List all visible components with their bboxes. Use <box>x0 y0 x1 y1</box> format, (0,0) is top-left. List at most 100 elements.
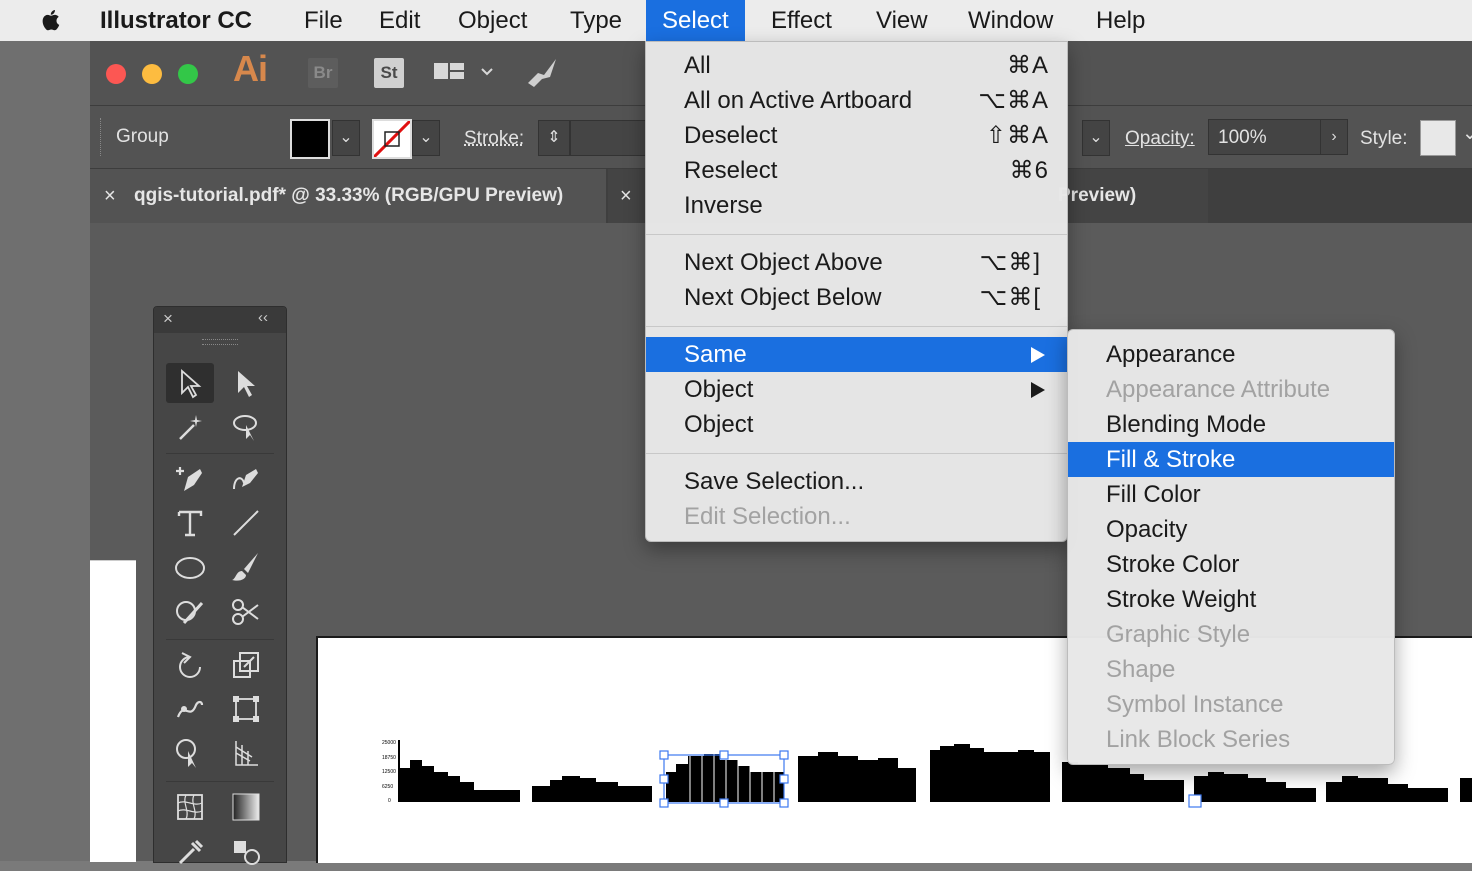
chart-axis-label: 0 <box>388 798 391 804</box>
arrange-documents-icon[interactable] <box>434 61 498 90</box>
opacity-label[interactable]: Opacity: <box>1125 128 1195 150</box>
style-dropdown-icon[interactable]: ⌄ <box>1462 122 1472 145</box>
magic-wand-tool[interactable] <box>166 407 214 447</box>
submenu-arrow-icon <box>1031 347 1045 363</box>
opacity-field[interactable]: 100% <box>1208 119 1322 155</box>
menu-item-deselect[interactable]: Deselect ⇧⌘A <box>646 118 1067 153</box>
menu-item-save-selection[interactable]: Save Selection... <box>646 464 1067 499</box>
menu-item-all[interactable]: All ⌘A <box>646 48 1067 83</box>
lasso-tool[interactable] <box>222 407 270 447</box>
stock-button[interactable]: St <box>374 58 404 88</box>
illustrator-logo: Ai <box>233 48 268 89</box>
tools-panel: × ‹‹ <box>153 306 287 865</box>
close-panel-icon[interactable]: × <box>163 309 173 329</box>
control-bar-grip[interactable] <box>100 118 105 156</box>
minimize-window-button[interactable] <box>142 64 162 84</box>
chart-axis-label: 25000 <box>382 740 396 746</box>
scale-tool[interactable] <box>222 645 270 685</box>
perspective-grid-icon <box>235 741 258 766</box>
bridge-button[interactable]: Br <box>308 58 338 88</box>
menu-item-inverse[interactable]: Inverse <box>646 188 1067 223</box>
menu-edit[interactable]: Edit <box>379 0 420 41</box>
free-transform-tool[interactable] <box>222 689 270 729</box>
scissors-tool[interactable] <box>222 591 270 631</box>
submenu-item-stroke-color[interactable]: Stroke Color <box>1068 547 1394 582</box>
menu-select[interactable]: Select <box>646 0 745 41</box>
menu-window[interactable]: Window <box>968 0 1053 41</box>
pen-tool[interactable] <box>166 459 214 499</box>
eyedropper-tool[interactable] <box>166 831 214 871</box>
menu-help[interactable]: Help <box>1096 0 1145 41</box>
menu-item-edit-selection: Edit Selection... <box>684 503 851 530</box>
tools-panel-header[interactable]: × ‹‹ <box>154 307 286 333</box>
selection-tool[interactable] <box>166 363 214 403</box>
stroke-weight-field[interactable] <box>570 120 648 156</box>
submenu-item-blending-mode[interactable]: Blending Mode <box>1068 407 1394 442</box>
menu-file[interactable]: File <box>304 0 343 41</box>
rotate-icon <box>179 652 201 678</box>
submenu-item-fill-color[interactable]: Fill Color <box>1068 477 1394 512</box>
chart-axis-label: 6250 <box>382 784 393 790</box>
mesh-tool[interactable] <box>166 787 214 827</box>
blend-tool[interactable] <box>222 831 270 871</box>
stroke-swatch[interactable] <box>372 119 412 159</box>
app-name-menu[interactable]: Illustrator CC <box>100 0 252 41</box>
menu-separator <box>646 326 1067 327</box>
fill-dropdown[interactable]: ⌄ <box>332 120 360 156</box>
stroke-weight-stepper[interactable]: ⇕ <box>538 120 570 156</box>
direct-selection-arrow-icon <box>238 371 255 397</box>
offscreen-artboard <box>90 560 136 862</box>
puppet-warp-tool[interactable] <box>166 689 214 729</box>
opacity-value: 100% <box>1218 127 1267 148</box>
lasso-icon <box>233 415 257 441</box>
puppet-warp-icon <box>176 700 204 718</box>
menu-item-object-submenu[interactable]: Object <box>646 372 1067 407</box>
menu-item-next-object-above[interactable]: Next Object Above ⌥⌘] <box>646 245 1067 280</box>
menu-effect[interactable]: Effect <box>771 0 832 41</box>
stroke-dropdown[interactable]: ⌄ <box>412 120 440 156</box>
direct-selection-tool[interactable] <box>222 363 270 403</box>
ellipse-tool[interactable] <box>166 547 214 587</box>
shape-builder-tool[interactable] <box>166 733 214 773</box>
apple-logo-icon[interactable] <box>36 5 66 35</box>
curvature-tool[interactable] <box>222 459 270 499</box>
perspective-grid-tool[interactable] <box>222 733 270 773</box>
fill-swatch[interactable] <box>290 119 330 159</box>
zoom-window-button[interactable] <box>178 64 198 84</box>
menu-separator <box>646 453 1067 454</box>
paintbrush-tool[interactable] <box>222 547 270 587</box>
shaper-tool[interactable] <box>166 591 214 631</box>
submenu-item-stroke-weight[interactable]: Stroke Weight <box>1068 582 1394 617</box>
ellipse-icon <box>175 557 205 579</box>
submenu-item-fill-and-stroke[interactable]: Fill & Stroke <box>1068 442 1394 477</box>
panel-grip[interactable] <box>202 339 238 345</box>
menu-item-same[interactable]: Same <box>646 337 1067 372</box>
submenu-item-appearance[interactable]: Appearance <box>1068 337 1394 372</box>
type-tool[interactable] <box>166 503 214 543</box>
opacity-arrow-button[interactable]: › <box>1320 119 1348 155</box>
menu-view[interactable]: View <box>876 0 928 41</box>
menu-item-all-on-active-artboard[interactable]: All on Active Artboard ⌥⌘A <box>646 83 1067 118</box>
close-tab-icon[interactable]: × <box>620 169 632 223</box>
close-tab-icon[interactable]: × <box>104 169 116 223</box>
gradient-tool[interactable] <box>222 787 270 827</box>
menu-type[interactable]: Type <box>570 0 622 41</box>
line-segment-tool[interactable] <box>222 503 270 543</box>
collapse-panel-icon[interactable]: ‹‹ <box>258 309 268 326</box>
menu-item-next-object-below[interactable]: Next Object Below ⌥⌘[ <box>646 280 1067 315</box>
gpu-performance-icon[interactable] <box>524 55 560 94</box>
document-tab-active[interactable]: × qgis-tutorial.pdf* @ 33.33% (RGB/GPU P… <box>90 169 606 223</box>
variable-width-dropdown[interactable]: ⌄ <box>1082 120 1110 156</box>
pen-icon <box>176 467 202 491</box>
menu-item-object[interactable]: Object <box>646 407 1067 442</box>
menu-item-reselect[interactable]: Reselect ⌘6 <box>646 153 1067 188</box>
stroke-label[interactable]: Stroke: <box>464 128 524 150</box>
rotate-tool[interactable] <box>166 645 214 685</box>
menu-object[interactable]: Object <box>458 0 527 41</box>
graphic-style-swatch[interactable] <box>1420 120 1456 156</box>
close-window-button[interactable] <box>106 64 126 84</box>
submenu-item-link-block-series: Link Block Series <box>1106 726 1291 753</box>
curvature-pen-icon <box>233 469 258 490</box>
chart-axis-label: 18750 <box>382 755 396 761</box>
submenu-item-opacity[interactable]: Opacity <box>1068 512 1394 547</box>
